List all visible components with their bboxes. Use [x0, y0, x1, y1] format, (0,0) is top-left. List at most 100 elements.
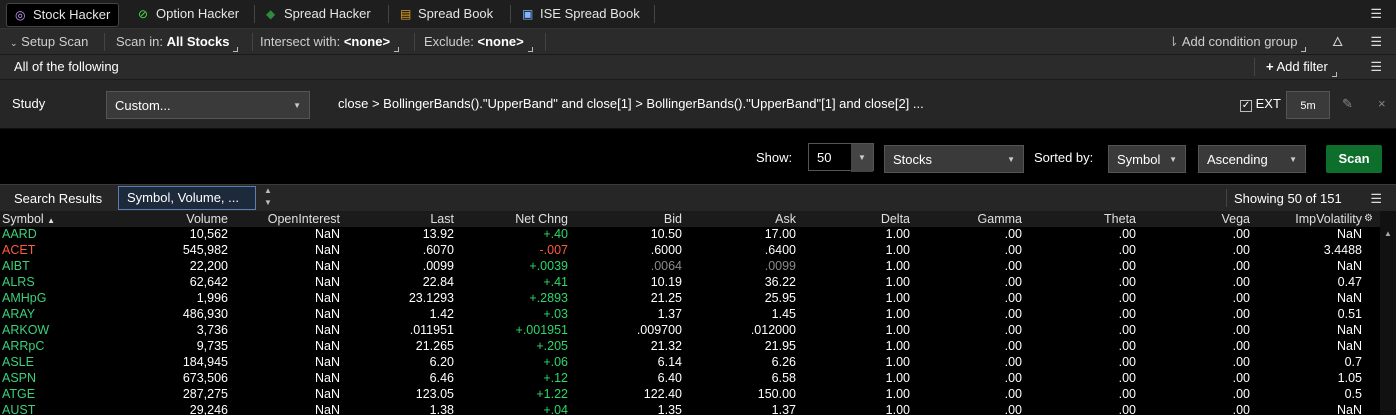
column-header-gamma[interactable]: Gamma	[914, 211, 1022, 227]
menu-icon[interactable]: ☰	[1370, 191, 1382, 207]
cell-openinterest: NaN	[314, 339, 340, 353]
show-count-dropdown[interactable]: 50 ▼	[808, 143, 874, 172]
study-formula[interactable]: close > BollingerBands()."UpperBand" and…	[338, 91, 924, 116]
dropdown-corner-icon	[394, 47, 400, 52]
cell-netchng: +.06	[543, 355, 568, 369]
cell-symbol: ATGE	[2, 387, 36, 401]
table-row[interactable]: AARD 10,562 NaN 13.92 +.40 10.50 17.00 1.00 .00.…	[0, 227, 1380, 243]
column-header-openinterest[interactable]: OpenInterest	[232, 211, 340, 227]
table-scrollbar[interactable]: ▲	[1380, 211, 1396, 415]
table-row[interactable]: ATGE 287,275 NaN 123.05 +1.22 122.40 150.00 1.0…	[0, 387, 1380, 403]
cell-symbol: ARKOW	[2, 323, 50, 337]
column-header-delta[interactable]: Delta	[800, 211, 910, 227]
cell-ask: 1.45	[771, 307, 796, 321]
cell-theta: .00	[1118, 403, 1136, 415]
cell-volume: 29,246	[189, 403, 228, 415]
hot-list-icon[interactable]: 🜂	[1332, 29, 1343, 54]
tab-ise-spread-book[interactable]: ▣ ISE Spread Book	[514, 3, 648, 25]
column-header-netchng[interactable]: Net Chng	[458, 211, 568, 227]
spread-book-icon: ▤	[400, 7, 412, 21]
column-set-spinner-icon[interactable]: ▲ ▼	[264, 185, 272, 210]
sort-order-value: Ascending	[1207, 152, 1268, 167]
ext-checkbox[interactable]: ✓ EXT	[1240, 91, 1281, 116]
search-results-label: Search Results	[14, 191, 103, 206]
symbol-type-dropdown[interactable]: Stocks ▼	[884, 145, 1024, 173]
column-header-theta[interactable]: Theta	[1026, 211, 1136, 227]
setup-scan-button[interactable]: ⌄ Setup Scan	[10, 29, 88, 54]
menu-icon[interactable]: ☰	[1370, 59, 1382, 75]
table-row[interactable]: ASPN 673,506 NaN 6.46 +.12 6.40 6.58 1.00 .00 .00…	[0, 371, 1380, 387]
table-row[interactable]: ARRpC 9,735 NaN 21.265 +.205 21.32 21.95 1.00 .0…	[0, 339, 1380, 355]
add-filter-button[interactable]: + Add filter	[1266, 55, 1337, 79]
study-dropdown[interactable]: Custom... ▼	[106, 91, 310, 119]
timeframe-button[interactable]: 5m	[1286, 91, 1330, 119]
cell-ask: 6.58	[771, 371, 796, 385]
column-header-volume[interactable]: Volume	[118, 211, 228, 227]
chevron-down-icon: ▼	[1169, 155, 1177, 164]
cell-bid: 6.40	[657, 371, 682, 385]
table-row[interactable]: ASLE 184,945 NaN 6.20 +.06 6.14 6.26 1.00 .00 .00…	[0, 355, 1380, 371]
cell-volume: 287,275	[182, 387, 228, 401]
results-table-body: AARD 10,562 NaN 13.92 +.40 10.50 17.00 1.00 .00.…	[0, 227, 1380, 415]
column-header-last[interactable]: Last	[344, 211, 454, 227]
tab-divider	[254, 5, 255, 23]
cell-vega: .00	[1232, 371, 1250, 385]
tab-spread-book[interactable]: ▤ Spread Book	[392, 3, 501, 25]
table-row[interactable]: ARKOW 3,736 NaN .011951 +.001951 .009700 .0120…	[0, 323, 1380, 339]
sort-field-dropdown[interactable]: Symbol ▼	[1108, 145, 1186, 173]
chevron-down-icon: ▼	[1289, 155, 1297, 164]
cell-symbol: ALRS	[2, 275, 35, 289]
table-row[interactable]: ALRS 62,642 NaN 22.84 +.41 10.19 36.22 1.00 .00.…	[0, 275, 1380, 291]
column-header-impvolatility[interactable]: ImpVolatility	[1254, 211, 1362, 227]
tab-label: Option Hacker	[156, 6, 240, 21]
gear-icon[interactable]: ⚙	[1364, 211, 1373, 227]
scroll-up-icon[interactable]: ▲	[1384, 229, 1392, 238]
cell-netchng: +.205	[536, 339, 568, 353]
menu-icon[interactable]: ☰	[1370, 6, 1382, 22]
setup-bar: ⌄ Setup Scan Scan in: All Stocks Interse…	[0, 29, 1396, 55]
cell-bid: 21.25	[650, 291, 682, 305]
cell-vega: .00	[1232, 275, 1250, 289]
tab-label: Stock Hacker	[33, 7, 111, 22]
cell-gamma: .00	[1004, 259, 1022, 273]
menu-icon[interactable]: ☰	[1370, 34, 1382, 50]
sort-order-dropdown[interactable]: Ascending ▼	[1198, 145, 1306, 173]
cell-vega: .00	[1232, 259, 1250, 273]
scan-in-selector[interactable]: Scan in: All Stocks	[116, 29, 239, 54]
table-row[interactable]: ARAY 486,930 NaN 1.42 +.03 1.37 1.45 1.00 .00 .00…	[0, 307, 1380, 323]
cell-volume: 10,562	[189, 227, 228, 241]
cell-netchng: +1.22	[536, 387, 568, 401]
cell-symbol: ARAY	[2, 307, 36, 321]
column-set-dropdown[interactable]: Symbol, Volume, ...	[118, 186, 256, 210]
intersect-selector[interactable]: Intersect with: <none>	[260, 29, 400, 54]
cell-netchng: -.007	[539, 243, 569, 257]
divider	[545, 33, 546, 51]
table-row[interactable]: AIBT 22,200 NaN .0099 +.0039 .0064 .0099 1.00 .0…	[0, 259, 1380, 275]
column-header-vega[interactable]: Vega	[1140, 211, 1250, 227]
exclude-selector[interactable]: Exclude: <none>	[424, 29, 533, 54]
tab-option-hacker[interactable]: ⊘ Option Hacker	[130, 3, 247, 25]
tab-stock-hacker[interactable]: ◎ Stock Hacker	[6, 3, 120, 27]
table-row[interactable]: ACET 545,982 NaN .6070 -.007 .6000 .6400 1.00 .0…	[0, 243, 1380, 259]
add-condition-group-button[interactable]: ⇂ Add condition group	[1168, 29, 1307, 54]
scan-in-value: All Stocks	[166, 34, 230, 49]
table-header: Symbol ▲ Volume OpenInterest Last Net Ch…	[0, 211, 1396, 227]
table-row[interactable]: AUST 29,246 NaN 1.38 +.04 1.35 1.37 1.00 .00 .00.…	[0, 403, 1380, 415]
cell-last: 6.20	[429, 355, 454, 369]
cell-last: 21.265	[415, 339, 454, 353]
tab-spread-hacker[interactable]: ◆ Spread Hacker	[258, 3, 379, 25]
setup-scan-label: Setup Scan	[21, 34, 89, 49]
cell-openinterest: NaN	[314, 275, 340, 289]
column-header-bid[interactable]: Bid	[572, 211, 682, 227]
scan-button[interactable]: Scan	[1326, 145, 1382, 173]
cell-bid: 1.35	[657, 403, 682, 415]
cell-symbol: ASLE	[2, 355, 34, 369]
column-header-ask[interactable]: Ask	[686, 211, 796, 227]
cell-volume: 1,996	[196, 291, 228, 305]
edit-pencil-icon[interactable]: ✎	[1342, 91, 1353, 116]
cell-theta: .00	[1118, 259, 1136, 273]
table-row[interactable]: AMHpG 1,996 NaN 23.1293 +.2893 21.25 25.95 1.00…	[0, 291, 1380, 307]
cell-openinterest: NaN	[314, 323, 340, 337]
close-icon[interactable]: ×	[1378, 91, 1386, 116]
column-header-symbol[interactable]: Symbol ▲	[2, 211, 55, 227]
